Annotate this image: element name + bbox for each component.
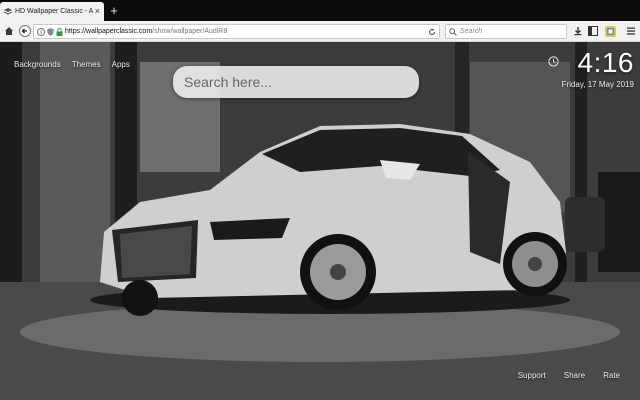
nav-themes[interactable]: Themes bbox=[72, 60, 101, 69]
footer-links: Support Share Rate bbox=[500, 371, 620, 380]
new-tab-button[interactable]: + bbox=[108, 4, 120, 18]
browser-search-bar[interactable]: Search bbox=[445, 24, 567, 39]
browser-toolbar: https://wallpaperclassic.com/show/wallpa… bbox=[0, 21, 640, 42]
clock-date: Friday, 17 May 2019 bbox=[561, 80, 634, 89]
extension-icon[interactable] bbox=[603, 24, 617, 38]
url-bar[interactable]: https://wallpaperclassic.com/show/wallpa… bbox=[33, 24, 440, 39]
download-icon[interactable] bbox=[571, 24, 585, 38]
search-icon bbox=[449, 27, 457, 36]
browser-search-placeholder: Search bbox=[460, 28, 483, 35]
new-tab-page: Backgrounds Themes Apps 4:16 Friday, 17 … bbox=[0, 42, 640, 400]
rate-link[interactable]: Rate bbox=[603, 371, 620, 380]
nav-backgrounds[interactable]: Backgrounds bbox=[14, 60, 61, 69]
lock-icon[interactable] bbox=[56, 27, 63, 36]
menu-icon[interactable] bbox=[624, 24, 638, 38]
tab-close-icon[interactable]: × bbox=[95, 7, 100, 16]
nav-apps[interactable]: Apps bbox=[112, 60, 130, 69]
tab-title: HD Wallpaper Classic - Audi bbox=[15, 8, 93, 15]
support-link[interactable]: Support bbox=[518, 371, 546, 380]
url-path: /show/wallpaper/AudiR8 bbox=[152, 28, 228, 35]
tab-strip: HD Wallpaper Classic - Audi × + bbox=[0, 0, 640, 21]
url-host: https://wallpaperclassic.com bbox=[65, 28, 153, 35]
tracking-shield-icon[interactable] bbox=[47, 27, 54, 36]
clock-settings-icon[interactable] bbox=[548, 54, 559, 72]
share-link[interactable]: Share bbox=[564, 371, 585, 380]
reload-icon[interactable] bbox=[428, 28, 436, 36]
url-text[interactable]: https://wallpaperclassic.com/show/wallpa… bbox=[65, 28, 227, 35]
wallpaper-favicon-icon bbox=[4, 7, 12, 16]
info-icon[interactable] bbox=[37, 27, 45, 36]
top-nav: Backgrounds Themes Apps bbox=[14, 60, 141, 69]
back-icon[interactable] bbox=[18, 24, 32, 38]
sidebar-icon[interactable] bbox=[586, 24, 600, 38]
home-icon[interactable] bbox=[2, 24, 16, 38]
clock-time: 4:16 bbox=[577, 47, 634, 78]
wallpaper-search-box[interactable] bbox=[173, 66, 419, 98]
wallpaper-search-input[interactable] bbox=[184, 74, 404, 90]
active-tab[interactable]: HD Wallpaper Classic - Audi × bbox=[0, 2, 104, 21]
